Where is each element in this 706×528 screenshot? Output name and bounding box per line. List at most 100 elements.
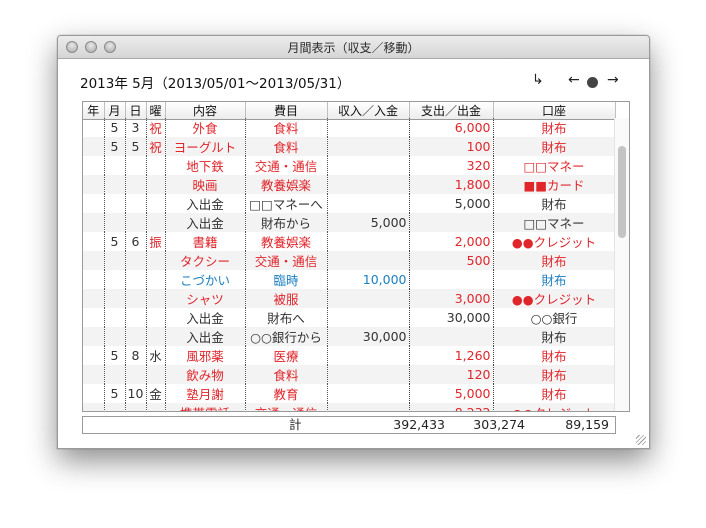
cell-year bbox=[83, 365, 105, 384]
table-row[interactable]: 入出金 □□マネーへ 5,000 財布 bbox=[83, 194, 616, 213]
app-window: 月間表示（収支／移動） 2013年 5月（2013/05/01～2013/05/… bbox=[57, 35, 650, 449]
cell-weekday bbox=[146, 270, 166, 289]
cell-day bbox=[125, 213, 147, 232]
cell-content: 入出金 bbox=[165, 213, 246, 232]
cell-month bbox=[104, 270, 126, 289]
next-month-button[interactable]: → bbox=[607, 72, 619, 88]
cell-year bbox=[83, 137, 105, 156]
cell-category: □□マネーへ bbox=[245, 194, 328, 213]
table-row[interactable]: 5 3 祝外食 食料 6,000 財布 bbox=[83, 118, 616, 137]
vertical-scrollbar[interactable] bbox=[614, 118, 629, 411]
cell-account: 財布 bbox=[493, 327, 616, 346]
cell-income: 5,000 bbox=[327, 213, 410, 232]
col-header-year[interactable]: 年 bbox=[83, 102, 105, 120]
col-header-day[interactable]: 日 bbox=[125, 102, 147, 120]
cell-expense: 100 bbox=[409, 137, 494, 156]
cell-income bbox=[327, 137, 410, 156]
cell-month bbox=[104, 327, 126, 346]
cell-category: 財布から bbox=[245, 213, 328, 232]
cell-income bbox=[327, 118, 410, 137]
cell-content: 携帯電話 bbox=[165, 403, 246, 411]
window-title: 月間表示（収支／移動） bbox=[287, 41, 420, 55]
cell-weekday bbox=[146, 175, 166, 194]
cell-account: 財布 bbox=[493, 137, 616, 156]
cell-day bbox=[125, 156, 147, 175]
cell-expense: 8,232 bbox=[409, 403, 494, 411]
table-row[interactable]: 5 6 振書籍 教養娯楽 2,000 ●●クレジット bbox=[83, 232, 616, 251]
cell-month bbox=[104, 289, 126, 308]
cell-expense: 3,000 bbox=[409, 289, 494, 308]
cell-category: ○○銀行から bbox=[245, 327, 328, 346]
cell-weekday: 金 bbox=[146, 384, 166, 403]
table-row[interactable]: 携帯電話交通・通信 8,232●●クレジット bbox=[83, 403, 616, 411]
table-row[interactable]: 入出金 財布から 5,000 □□マネー bbox=[83, 213, 616, 232]
cell-day: 8 bbox=[125, 346, 147, 365]
col-header-month[interactable]: 月 bbox=[104, 102, 126, 120]
scroll-thumb[interactable] bbox=[618, 146, 626, 238]
table-row[interactable]: 入出金 ○○銀行から 30,000 財布 bbox=[83, 327, 616, 346]
cell-content: 入出金 bbox=[165, 194, 246, 213]
resize-grip-icon[interactable] bbox=[636, 435, 646, 445]
prev-month-button[interactable]: ← bbox=[568, 72, 580, 88]
cell-account: ■■カード bbox=[493, 175, 616, 194]
return-icon[interactable]: ↳ bbox=[532, 72, 544, 88]
table-row[interactable]: タクシー 交通・通信 500 財布 bbox=[83, 251, 616, 270]
table-body[interactable]: 5 3 祝外食 食料 6,000 財布 5 5 祝ヨーグルト 食料 100 財布 地下鉄 交通・通信 320… bbox=[83, 118, 616, 411]
cell-year bbox=[83, 403, 105, 411]
cell-content: 入出金 bbox=[165, 327, 246, 346]
cell-day bbox=[125, 365, 147, 384]
col-header-account[interactable]: 口座 bbox=[493, 102, 616, 120]
cell-expense: 30,000 bbox=[409, 308, 494, 327]
table-row[interactable]: 地下鉄 交通・通信 320 □□マネー bbox=[83, 156, 616, 175]
cell-content: 書籍 bbox=[165, 232, 246, 251]
table-row[interactable]: 5 10 金塾月謝 教育 5,000 財布 bbox=[83, 384, 616, 403]
cell-month bbox=[104, 308, 126, 327]
cell-account: □□マネー bbox=[493, 156, 616, 175]
cell-content: こづかい bbox=[165, 270, 246, 289]
table-row[interactable]: 飲み物 食料 120 財布 bbox=[83, 365, 616, 384]
table-row[interactable]: こづかい 臨時 10,000 財布 bbox=[83, 270, 616, 289]
cell-category: 交通・通信 bbox=[245, 251, 328, 270]
cell-month: 5 bbox=[104, 118, 126, 137]
cell-category: 食料 bbox=[245, 365, 328, 384]
cell-weekday bbox=[146, 194, 166, 213]
cell-income bbox=[327, 289, 410, 308]
col-header-content[interactable]: 内容 bbox=[165, 102, 246, 120]
cell-account: ●●クレジット bbox=[493, 289, 616, 308]
cell-weekday: 水 bbox=[146, 346, 166, 365]
cell-year bbox=[83, 156, 105, 175]
cell-month bbox=[104, 365, 126, 384]
current-month-dot-icon[interactable] bbox=[587, 77, 598, 88]
cell-weekday bbox=[146, 156, 166, 175]
totals-income: 392,433 bbox=[393, 417, 445, 432]
cell-category: 臨時 bbox=[245, 270, 328, 289]
cell-income bbox=[327, 346, 410, 365]
transactions-table[interactable]: 年 月 日 曜 内容 費目 収入／入金 支出／出金 口座 5 3 祝外食 食料 6,00… bbox=[82, 101, 630, 412]
table-row[interactable]: 5 5 祝ヨーグルト 食料 100 財布 bbox=[83, 137, 616, 156]
cell-income bbox=[327, 175, 410, 194]
cell-income bbox=[327, 403, 410, 411]
cell-income bbox=[327, 365, 410, 384]
cell-day bbox=[125, 327, 147, 346]
cell-content: 外食 bbox=[165, 118, 246, 137]
cell-month bbox=[104, 251, 126, 270]
cell-weekday bbox=[146, 213, 166, 232]
col-header-expense[interactable]: 支出／出金 bbox=[409, 102, 494, 120]
table-row[interactable]: 映画 教養娯楽 1,800 ■■カード bbox=[83, 175, 616, 194]
cell-weekday: 祝 bbox=[146, 137, 166, 156]
table-row[interactable]: 入出金 財布へ 30,000 ○○銀行 bbox=[83, 308, 616, 327]
cell-day bbox=[125, 175, 147, 194]
cell-account: 財布 bbox=[493, 346, 616, 365]
cell-weekday bbox=[146, 308, 166, 327]
col-header-category[interactable]: 費目 bbox=[245, 102, 328, 120]
table-row[interactable]: 5 8 水風邪薬 医療 1,260 財布 bbox=[83, 346, 616, 365]
cell-year bbox=[83, 194, 105, 213]
col-header-weekday[interactable]: 曜 bbox=[146, 102, 166, 120]
cell-account: ○○銀行 bbox=[493, 308, 616, 327]
cell-expense: 320 bbox=[409, 156, 494, 175]
cell-weekday bbox=[146, 327, 166, 346]
table-row[interactable]: シャツ 被服 3,000 ●●クレジット bbox=[83, 289, 616, 308]
cell-month bbox=[104, 194, 126, 213]
title-bar: 月間表示（収支／移動） bbox=[58, 36, 649, 59]
col-header-income[interactable]: 収入／入金 bbox=[327, 102, 410, 120]
